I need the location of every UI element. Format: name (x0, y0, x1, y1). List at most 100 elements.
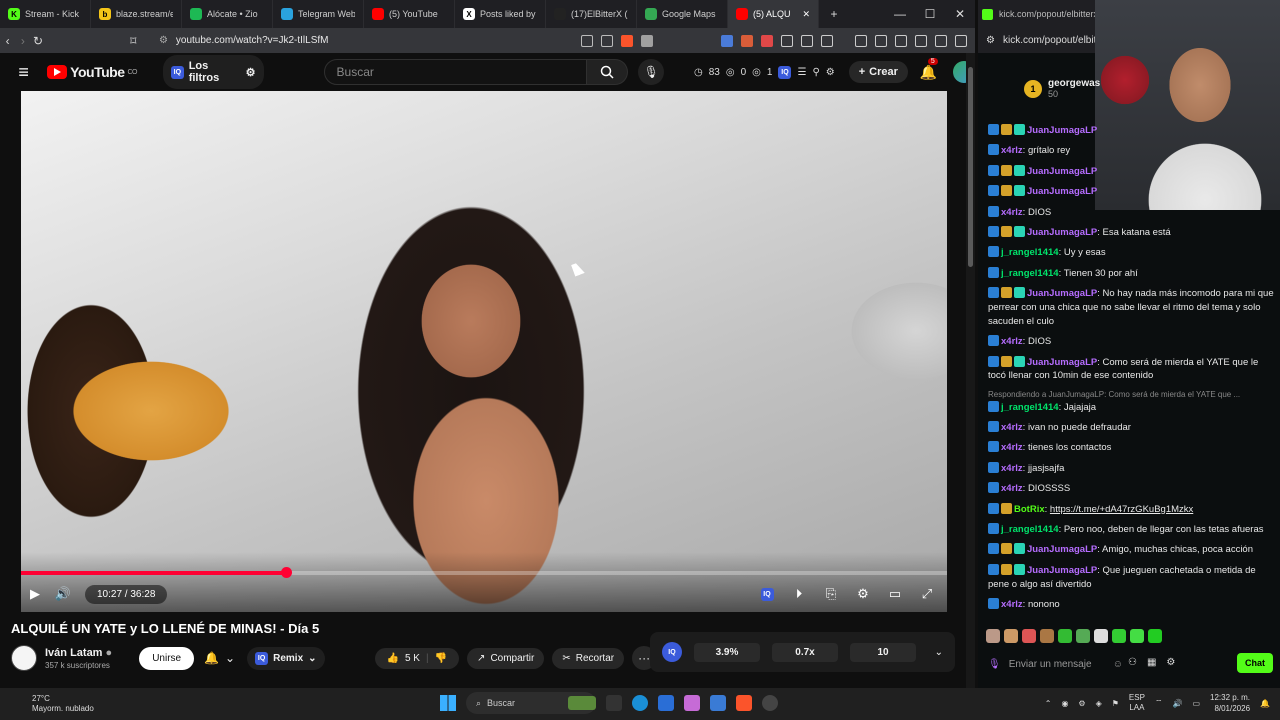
file-explorer-icon[interactable] (606, 695, 622, 711)
emote-icon[interactable] (1076, 629, 1090, 643)
progress-bar[interactable] (21, 567, 947, 578)
channel-avatar[interactable] (11, 645, 37, 671)
chat-username[interactable]: j_rangel1414 (1001, 402, 1059, 413)
autoplay-toggle[interactable]: ⏵ (785, 581, 813, 607)
thumbs-down-icon[interactable]: 👎 (435, 653, 447, 664)
address-bar[interactable]: ⚙ youtube.com/watch?v=Jk2-tIlLSfM (153, 31, 581, 51)
browser-tab[interactable]: Telegram Web (273, 0, 364, 28)
like-button[interactable]: 👍 5 K | 👎 (374, 647, 460, 669)
volume-button[interactable]: 🔊 (49, 581, 77, 607)
chat-link[interactable]: https://t.me/+dA47rzGKuBg1Mzkx (1050, 504, 1193, 515)
close-window-button[interactable]: ✕ (945, 7, 975, 21)
back-button[interactable]: ‹ (0, 34, 15, 48)
tray-icon[interactable]: ⚙ (1078, 699, 1085, 708)
settings-gear-icon[interactable]: ⚙ (849, 581, 877, 607)
users-icon[interactable]: ⚇ (1128, 657, 1137, 668)
battery-icon[interactable]: ▭ (1192, 699, 1200, 708)
emote-icon[interactable] (1148, 629, 1162, 643)
voice-search-button[interactable]: 🎙 (638, 59, 665, 85)
emoji-icon[interactable]: ☺ (1113, 659, 1123, 670)
tray-icon[interactable]: ◈ (1096, 699, 1102, 708)
volume-icon[interactable]: 🔊 (1172, 699, 1182, 708)
chat-username[interactable]: x4rlz (1001, 483, 1023, 494)
channel-name[interactable]: Iván Latam ● (45, 647, 112, 659)
clock[interactable]: 12:32 p. m. 8/01/2026 (1210, 692, 1250, 714)
emote-icon[interactable] (1004, 629, 1018, 643)
chat-username[interactable]: JuanJumagaLP (1027, 288, 1097, 299)
browser-tab[interactable]: (17)ElBitterX (@ (546, 0, 637, 28)
chat-username[interactable]: x4rlz (1001, 422, 1023, 433)
install-icon[interactable] (581, 34, 593, 47)
create-button[interactable]: + Crear (848, 61, 908, 83)
music-icon[interactable] (855, 34, 867, 47)
list-icon[interactable]: ☰ (797, 67, 806, 78)
obs-icon[interactable] (762, 695, 778, 711)
chat-username[interactable]: x4rlz (1001, 336, 1023, 347)
language-indicator[interactable]: ESP LAA (1129, 693, 1145, 713)
search-button[interactable] (587, 59, 629, 85)
emote-icon[interactable] (1022, 629, 1036, 643)
emote-icon[interactable] (1094, 629, 1108, 643)
store-icon[interactable] (710, 695, 726, 711)
brave-rewards-icon[interactable] (641, 34, 653, 47)
share-button[interactable]: ↗ Compartir (467, 647, 545, 669)
wifi-icon[interactable]: ⌔ (1155, 698, 1163, 708)
weather-widget[interactable]: 27°C Mayorm. nublado (32, 694, 94, 714)
snipping-tool-icon[interactable] (658, 695, 674, 711)
chat-username[interactable]: x4rlz (1001, 145, 1023, 156)
chat-username[interactable]: JuanJumagaLP (1027, 227, 1097, 238)
site-info-icon[interactable]: ⚙ (986, 35, 995, 46)
youtube-logo[interactable]: YouTube CO (47, 64, 137, 80)
site-info-icon[interactable]: ⚙ (159, 35, 168, 46)
chat-username[interactable]: JuanJumagaLP (1027, 565, 1097, 576)
pin-icon[interactable]: ⚲ (812, 67, 819, 78)
vpn-icon[interactable] (935, 34, 947, 47)
new-tab-button[interactable]: + (819, 7, 849, 21)
chevron-up-icon[interactable]: ⌃ (1045, 699, 1052, 708)
remix-button[interactable]: IQ Remix ⌄ (247, 646, 325, 670)
browser-tab[interactable]: Alócate • Zio (182, 0, 273, 28)
send-chat-button[interactable]: Chat (1237, 653, 1273, 673)
iq-icon[interactable]: IQ (778, 65, 792, 79)
browser-tab[interactable]: (5) YouTube (364, 0, 455, 28)
emote-icon[interactable] (986, 629, 1000, 643)
chat-username[interactable]: x4rlz (1001, 599, 1023, 610)
minimize-button[interactable]: — (885, 7, 915, 21)
wallet-icon[interactable] (895, 34, 907, 47)
share-icon[interactable] (601, 34, 613, 47)
iq-player-button[interactable]: IQ (753, 581, 781, 607)
iq-icon[interactable]: IQ (662, 642, 682, 662)
browser-tab[interactable]: b blaze.stream/ell (91, 0, 182, 28)
subscription-bell-button[interactable]: 🔔 ⌄ (204, 651, 235, 665)
page-scrollbar[interactable] (966, 53, 975, 688)
fullscreen-button[interactable]: ⤢ (913, 581, 941, 607)
maximize-button[interactable]: ☐ (915, 7, 945, 21)
subtitles-button[interactable]: ⎘ (817, 581, 845, 607)
chat-username[interactable]: JuanJumagaLP (1027, 125, 1097, 136)
filters-button[interactable]: IQ Los filtros ⚙ (162, 55, 264, 89)
chat-username[interactable]: j_rangel1414 (1001, 247, 1059, 258)
extension-icon[interactable] (741, 34, 753, 47)
mic-icon[interactable]: 🎙 (988, 659, 1001, 670)
chat-username[interactable]: JuanJumagaLP (1027, 166, 1097, 177)
extension-icon[interactable] (821, 34, 833, 47)
chat-username[interactable]: j_rangel1414 (1001, 268, 1059, 279)
progress-scrubber[interactable] (280, 567, 292, 578)
browser-tab[interactable]: X Posts liked by El (455, 0, 546, 28)
emote-icon[interactable] (1130, 629, 1144, 643)
settings-icon[interactable]: ⚙ (826, 67, 835, 78)
join-button[interactable]: Unirse (139, 646, 195, 670)
chat-username[interactable]: x4rlz (1001, 207, 1023, 218)
tray-icon[interactable]: ◉ (1061, 699, 1068, 708)
notifications-button[interactable]: 🔔 5 (920, 57, 938, 81)
browser-tab[interactable]: Google Maps (637, 0, 728, 28)
chat-username[interactable]: JuanJumagaLP (1027, 357, 1097, 368)
menu-icon[interactable] (955, 34, 967, 47)
brave-icon[interactable] (736, 695, 752, 711)
chat-input[interactable]: 🎙 Enviar un mensaje ☺ (988, 652, 1123, 676)
puzzle-icon[interactable] (781, 34, 793, 47)
miniplayer-button[interactable]: ▭ (881, 581, 909, 607)
chat-username[interactable]: x4rlz (1001, 463, 1023, 474)
chat-username[interactable]: JuanJumagaLP (1027, 544, 1097, 555)
notifications-icon[interactable]: 🔔 (1260, 699, 1270, 708)
